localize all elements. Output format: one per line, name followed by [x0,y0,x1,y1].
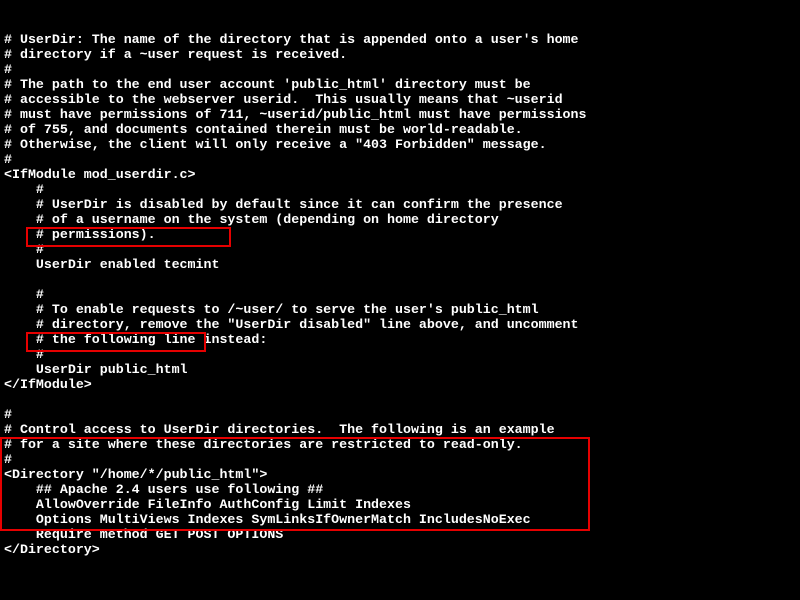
config-line: # [4,62,796,77]
config-line: # Otherwise, the client will only receiv… [4,137,796,152]
config-line: # directory if a ~user request is receiv… [4,47,796,62]
config-line: # The path to the end user account 'publ… [4,77,796,92]
config-line: # [4,407,796,422]
config-line: Require method GET POST OPTIONS [4,527,796,542]
config-line: # must have permissions of 711, ~userid/… [4,107,796,122]
config-line: # UserDir is disabled by default since i… [4,197,796,212]
config-line: Options MultiViews Indexes SymLinksIfOwn… [4,512,796,527]
config-line: # directory, remove the "UserDir disable… [4,317,796,332]
config-line: # [4,287,796,302]
config-line: # To enable requests to /~user/ to serve… [4,302,796,317]
config-line: # [4,182,796,197]
config-line: UserDir public_html [4,362,796,377]
config-line: <Directory "/home/*/public_html"> [4,467,796,482]
config-line: # [4,347,796,362]
config-line [4,392,796,407]
config-line: # of a username on the system (depending… [4,212,796,227]
config-line: # [4,242,796,257]
config-line: UserDir enabled tecmint [4,257,796,272]
config-file-content: # UserDir: The name of the directory tha… [4,32,796,600]
config-line: # for a site where these directories are… [4,437,796,452]
config-line: </IfModule> [4,377,796,392]
config-line: # accessible to the webserver userid. Th… [4,92,796,107]
config-line: # [4,152,796,167]
config-line [4,572,796,587]
config-line: # [4,452,796,467]
config-line [4,272,796,287]
config-line: <IfModule mod_userdir.c> [4,167,796,182]
config-line [4,557,796,572]
config-line [4,587,796,600]
config-line: # of 755, and documents contained therei… [4,122,796,137]
config-line: # permissions). [4,227,796,242]
config-line: ## Apache 2.4 users use following ## [4,482,796,497]
config-line: # Control access to UserDir directories.… [4,422,796,437]
config-line: </Directory> [4,542,796,557]
terminal-window[interactable]: # UserDir: The name of the directory tha… [0,0,800,600]
config-line: # UserDir: The name of the directory tha… [4,32,796,47]
config-line: # the following line instead: [4,332,796,347]
config-line: AllowOverride FileInfo AuthConfig Limit … [4,497,796,512]
